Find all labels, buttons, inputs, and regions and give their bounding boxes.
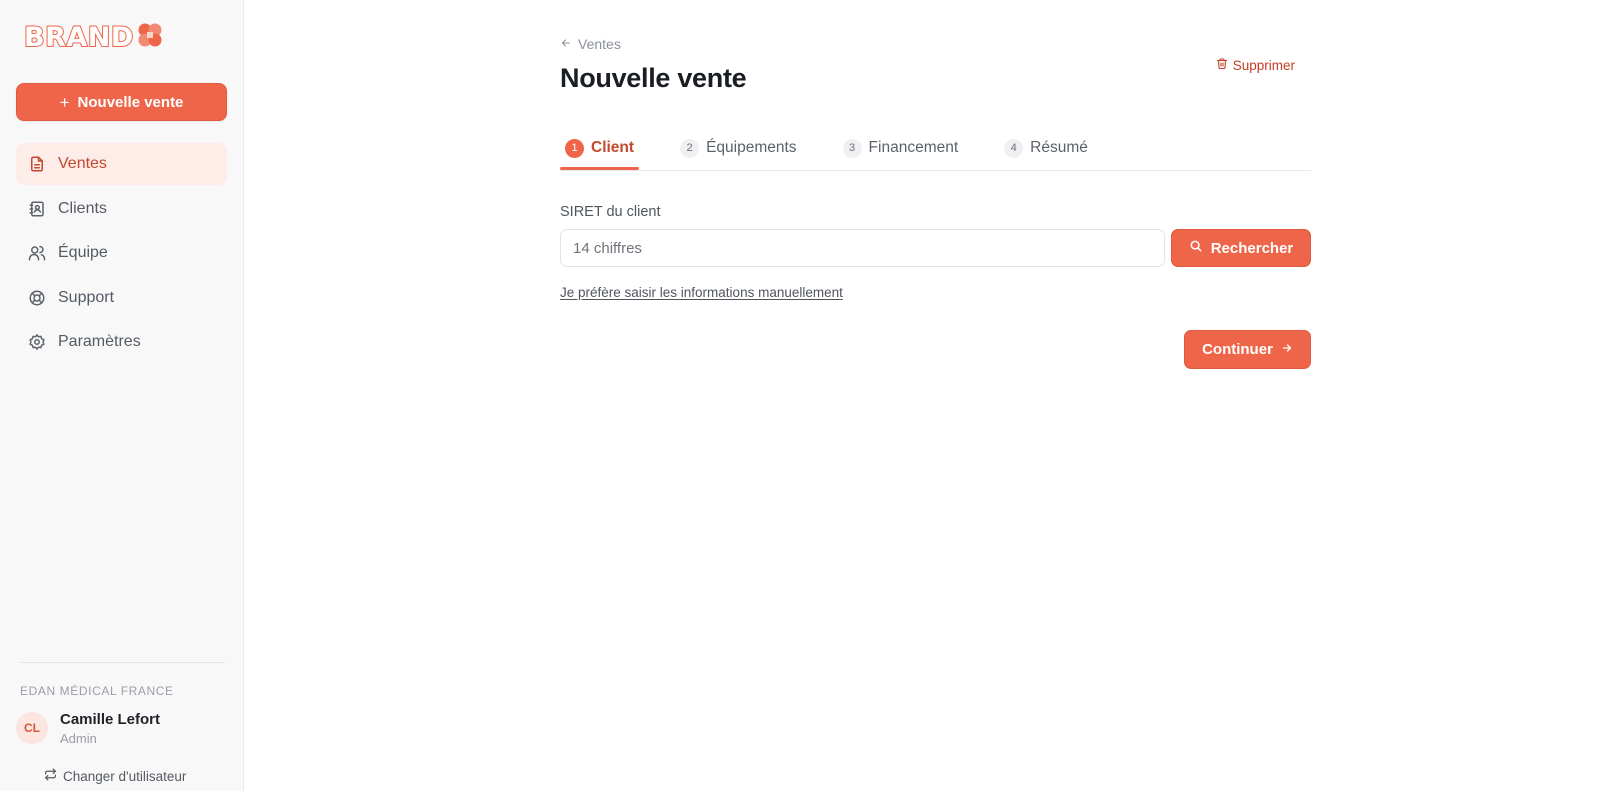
sidebar-item-parametres[interactable]: Paramètres [16,321,227,363]
tab-client[interactable]: 1 Client [560,128,640,170]
arrow-left-icon [560,36,572,52]
tab-financement[interactable]: 3 Financement [838,128,964,168]
user-name: Camille Lefort [60,711,161,728]
step-number: 4 [1004,138,1024,158]
logo-text: BRAND [23,21,134,54]
back-link-label: Ventes [578,36,621,52]
tab-resume[interactable]: 4 Résumé [999,128,1093,168]
delete-label: Supprimer [1232,57,1295,73]
siret-label: SIRET du client [560,204,661,220]
search-label: Rechercher [1210,239,1294,257]
switch-arrows-icon [44,768,57,784]
sidebar-item-support[interactable]: Support [16,277,227,319]
sidebar-item-clients[interactable]: Clients [16,188,227,230]
plus-icon: + [59,92,70,112]
gear-icon [28,333,46,351]
sidebar-item-equipe[interactable]: Équipe [16,232,227,274]
switch-user-label: Changer d'utilisateur [63,768,187,784]
manual-entry-link[interactable]: Je préfère saisir les informations manue… [560,285,843,300]
page-title: Nouvelle vente [560,63,747,93]
sidebar-divider [20,662,225,663]
avatar: CL [16,712,48,744]
tab-label: Résumé [1030,139,1088,156]
continue-button[interactable]: Continuer [1184,330,1311,369]
tab-equipements[interactable]: 2 Équipements [675,128,801,168]
continue-label: Continuer [1202,341,1273,358]
arrow-right-icon [1281,341,1293,358]
lifebuoy-icon [28,289,46,307]
delete-button[interactable]: Supprimer [1216,57,1295,73]
users-icon [28,244,46,262]
search-icon [1189,239,1203,257]
document-icon [28,155,46,173]
sidebar-item-label: Équipe [58,244,108,261]
trash-icon [1216,57,1228,73]
brand-logo[interactable]: BRAND [23,21,164,54]
sidebar: BRAND + Nouvelle vente Ventes Clients Éq… [0,0,244,791]
back-link[interactable]: Ventes [560,36,621,52]
organization-name: EDAN MÉDICAL FRANCE [20,684,174,698]
sidebar-item-label: Clients [58,199,107,217]
sidebar-item-label: Ventes [58,155,107,172]
sidebar-nav: Ventes Clients Équipe Support Paramètres [16,143,227,366]
new-sale-label: Nouvelle vente [77,93,184,111]
switch-user-button[interactable]: Changer d'utilisateur [44,768,186,784]
step-tabs: 1 Client 2 Équipements 3 Financement 4 R… [560,128,1311,171]
siret-input[interactable] [560,229,1165,267]
new-sale-button[interactable]: + Nouvelle vente [16,83,227,121]
step-number: 2 [680,138,700,158]
step-number: 3 [842,138,862,158]
step-number: 1 [565,138,584,158]
contacts-book-icon [28,200,46,218]
search-button[interactable]: Rechercher [1171,229,1311,267]
tab-label: Client [591,139,635,156]
tab-label: Financement [868,139,959,156]
user-role: Admin [60,731,97,746]
sidebar-item-label: Paramètres [58,333,141,350]
tab-label: Équipements [706,139,797,156]
sidebar-item-label: Support [58,288,115,306]
sidebar-item-ventes[interactable]: Ventes [16,143,227,185]
logo-mark-icon [136,21,164,54]
